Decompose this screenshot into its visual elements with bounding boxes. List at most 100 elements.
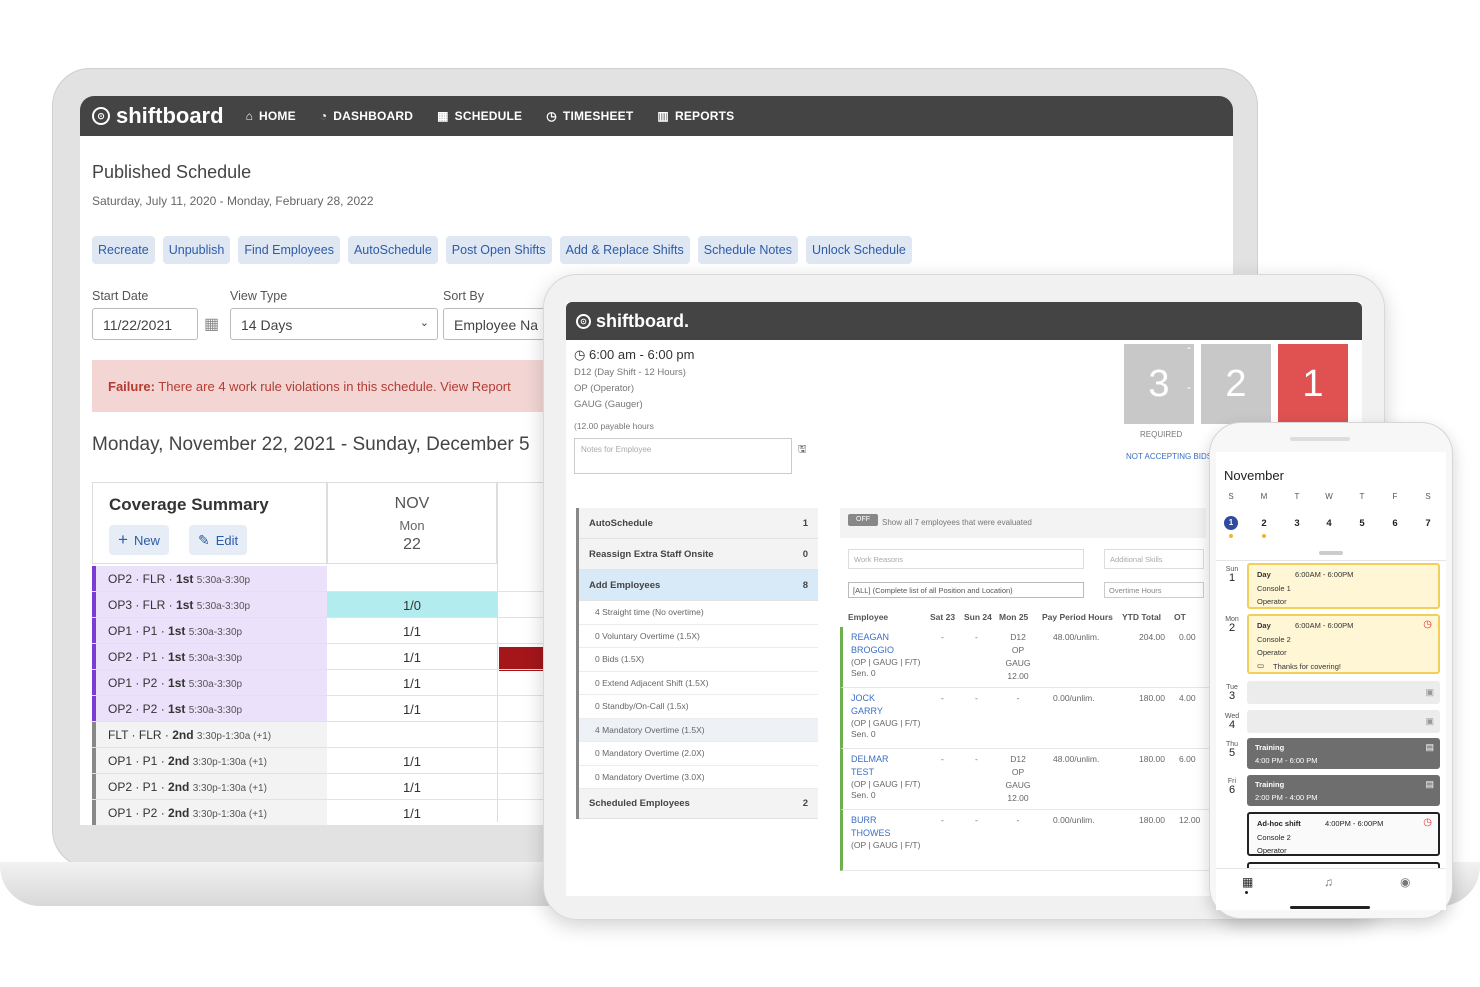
notes-textarea[interactable]: Notes for Employee (574, 438, 792, 474)
post-open-shifts-button[interactable]: Post Open Shifts (445, 236, 552, 264)
sub-item[interactable]: 4 Straight time (No overtime) (579, 601, 818, 625)
calendar-date[interactable]: 4 (1319, 518, 1339, 529)
coverage-row[interactable]: OP1 · P1 · 1st 5:30a-3:30p 1/1 (92, 618, 557, 644)
sub-item[interactable]: 0 Voluntary Overtime (1.5X) (579, 624, 818, 648)
coverage-row[interactable]: OP1 · P2 · 1st 5:30a-3:30p 1/1 (92, 670, 557, 696)
additional-skills-input[interactable]: Additional Skills (1104, 549, 1204, 569)
mon-line: OP (1011, 645, 1025, 655)
coverage-row[interactable]: OP2 · P2 · 1st 5:30a-3:30p 1/1 (92, 696, 557, 722)
coverage-cell[interactable] (327, 566, 497, 591)
coverage-row[interactable]: OP1 · P2 · 2nd 3:30p-1:30a (+1) 1/1 (92, 800, 557, 825)
calendar-month: November (1224, 468, 1284, 483)
position-filter-select[interactable]: [ALL] (Complete list of all Position and… (848, 582, 1084, 598)
employee-meta: (OP | GAUG | F/T) Sen. 0 (851, 657, 920, 679)
employee-name[interactable]: JOCK GARRY (851, 692, 883, 718)
coverage-row[interactable]: OP1 · P1 · 2nd 3:30p-1:30a (+1) 1/1 (92, 748, 557, 774)
employee-name[interactable]: DELMAR TEST (851, 753, 889, 779)
recreate-button[interactable]: Recreate (92, 236, 155, 264)
employee-name[interactable]: BURR THOWES (851, 814, 891, 840)
employee-name[interactable]: REAGAN BROGGIO (851, 631, 894, 657)
coverage-cell[interactable]: 1/1 (327, 618, 497, 643)
coverage-row[interactable]: OP3 · FLR · 1st 5:30a-3:30p 1/0 (92, 592, 557, 618)
autoschedule-row[interactable]: AutoSchedule 1 (579, 508, 818, 539)
count-stepper[interactable]: ⌃ ⌄ (1184, 346, 1194, 422)
coverage-cell[interactable]: 1/1 (327, 670, 497, 695)
sub-item[interactable]: 0 Bids (1.5X) (579, 648, 818, 672)
alert-text[interactable]: There are 4 work rule violations in this… (158, 379, 510, 394)
sort-by-select[interactable]: Employee Na (443, 308, 553, 340)
scheduled-employees-row[interactable]: Scheduled Employees 2 (579, 789, 818, 819)
nav-timesheet[interactable]: ◷ TIMESHEET (546, 109, 633, 123)
sub-item[interactable]: 4 Mandatory Overtime (1.5X) (579, 718, 818, 742)
save-icon[interactable]: 🖫 (798, 442, 807, 459)
employee-row[interactable]: BURR THOWES (OP | GAUG | F/T) - - - 0.00/… (840, 810, 1210, 871)
calendar-picker-icon[interactable]: ▦ (204, 314, 219, 334)
coverage-row[interactable]: OP2 · P1 · 1st 5:30a-3:30p 1/1 (92, 644, 557, 670)
empty-day-slot[interactable]: ▣ (1247, 710, 1440, 733)
sub-item[interactable]: 0 Extend Adjacent Shift (1.5X) (579, 671, 818, 695)
nav-reports[interactable]: ▥ REPORTS (657, 109, 734, 123)
coverage-cell[interactable]: 1/1 (327, 800, 497, 825)
coverage-cell[interactable]: 1/1 (327, 644, 497, 669)
calendar-date[interactable]: 3 (1287, 518, 1307, 529)
reassign-row[interactable]: Reassign Extra Staff Onsite 0 (579, 539, 818, 570)
show-all-toggle[interactable]: OFF (848, 514, 878, 526)
bell-icon[interactable]: ♫ (1324, 875, 1333, 889)
employee-seniority: Sen. 0 (851, 729, 876, 739)
add-shift-icon[interactable]: ▣ (1425, 716, 1434, 727)
coverage-row[interactable]: FLT · FLR · 2nd 3:30p-1:30a (+1) (92, 722, 557, 748)
calendar-date[interactable]: 7 (1418, 518, 1438, 529)
add-employees-row[interactable]: Add Employees 8 (579, 570, 818, 601)
calendar-date-selected[interactable]: 1 (1224, 516, 1238, 530)
unlock-schedule-button[interactable]: Unlock Schedule (806, 236, 912, 264)
find-employees-button[interactable]: Find Employees (238, 236, 340, 264)
nav-home[interactable]: ⌂ HOME (246, 109, 296, 123)
calendar-date[interactable]: 5 (1352, 518, 1372, 529)
shift-card-day[interactable]: Day 6:00AM - 6:00PM ◷ Console 2 Operator… (1247, 614, 1440, 674)
shift-card-adhoc[interactable]: Ad-hoc shift 4:00PM - 6:00PM ◷ Console 2… (1247, 812, 1440, 856)
show-all-text: Show all 7 employees that were evaluated (882, 518, 1032, 527)
coverage-row[interactable]: OP2 · P1 · 2nd 3:30p-1:30a (+1) 1/1 (92, 774, 557, 800)
employee-row[interactable]: REAGAN BROGGIO (OP | GAUG | F/T) Sen. 0 - … (840, 627, 1210, 688)
coverage-cell[interactable]: 1/1 (327, 696, 497, 721)
drag-handle[interactable] (1319, 551, 1343, 555)
shift-card-training[interactable]: Training ▤ 2:00 PM - 4:00 PM (1247, 775, 1440, 806)
work-reasons-input[interactable]: Work Reasons (848, 549, 1084, 569)
view-type-select[interactable]: 14 Days ⌄ (230, 308, 438, 340)
shift-card-day[interactable]: Day 6:00AM - 6:00PM Console 1 Operator (1247, 563, 1440, 609)
schedule-notes-button[interactable]: Schedule Notes (697, 236, 798, 264)
new-button[interactable]: + New (109, 525, 169, 555)
coverage-cell[interactable]: 1/1 (327, 774, 497, 799)
not-accepting-bids[interactable]: NOT ACCEPTING BIDS (1126, 452, 1212, 461)
agenda-date: 3 (1228, 690, 1236, 702)
autoschedule-button[interactable]: AutoSchedule (347, 236, 438, 264)
nav-schedule[interactable]: ▦ SCHEDULE (437, 109, 522, 123)
nav-dashboard[interactable]: ◔ DASHBOARD (320, 109, 413, 123)
swap-request-icon[interactable]: ◷ (1423, 817, 1432, 828)
coverage-cell[interactable]: 1/1 (327, 748, 497, 773)
coverage-cell[interactable] (327, 722, 497, 747)
profile-icon[interactable]: ◉ (1400, 875, 1410, 889)
empty-day-slot[interactable]: ▣ (1247, 681, 1440, 704)
start-date-input[interactable]: 11/22/2021 (92, 308, 198, 340)
coverage-cell[interactable]: 1/0 (327, 592, 497, 617)
employee-row[interactable]: JOCK GARRY (OP | GAUG | F/T) Sen. 0 - - - … (840, 688, 1210, 749)
employee-row[interactable]: DELMAR TEST (OP | GAUG | F/T) Sen. 0 - - D… (840, 749, 1210, 810)
unpublish-button[interactable]: Unpublish (162, 236, 231, 264)
calendar-tab-icon[interactable]: ▦ (1242, 875, 1253, 889)
overtime-hours-input[interactable]: Overtime Hours (1104, 582, 1204, 598)
calendar-date[interactable]: 6 (1385, 518, 1405, 529)
calendar-date[interactable]: 2 (1254, 518, 1274, 529)
coverage-row[interactable]: OP2 · FLR · 1st 5:30a-3:30p (92, 566, 557, 592)
shift-card-training[interactable]: Training ▤ 4:00 PM - 6:00 PM (1247, 738, 1440, 769)
shiftboard-logo[interactable]: ⊙ shiftboard. (576, 311, 689, 332)
row-label: Scheduled Employees (589, 798, 690, 809)
sub-item[interactable]: 0 Mandatory Overtime (2.0X) (579, 742, 818, 766)
add-shift-icon[interactable]: ▣ (1425, 687, 1434, 698)
add-replace-shifts-button[interactable]: Add & Replace Shifts (559, 236, 690, 264)
sub-item[interactable]: 0 Mandatory Overtime (3.0X) (579, 765, 818, 789)
shiftboard-logo[interactable]: ⊙ shiftboard (92, 103, 224, 129)
sub-item[interactable]: 0 Standby/On-Call (1.5x) (579, 695, 818, 719)
swap-request-icon[interactable]: ◷ (1423, 619, 1432, 630)
edit-button[interactable]: ✎ Edit (189, 525, 248, 555)
